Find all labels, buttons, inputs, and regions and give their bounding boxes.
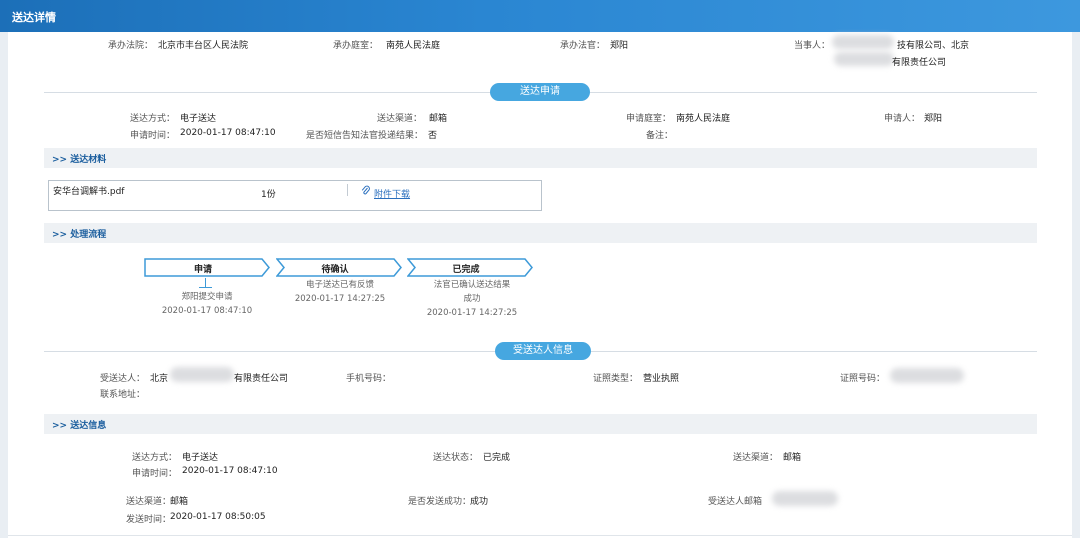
delivery-channel-label: 送达渠道：	[733, 453, 779, 463]
cell-divider	[347, 184, 348, 196]
apply-method-value: 电子送达	[180, 114, 217, 124]
apply-room-label: 申请庭室：	[626, 114, 672, 124]
step-caption-done: 法官已确认送达结果 成功 2020-01-17 14:27:25	[412, 278, 532, 320]
tribunal-label: 承办庭室：	[333, 41, 379, 51]
flow-step-done: 已完成	[407, 258, 533, 277]
materials-section-bar: >> 送达材料	[44, 148, 1037, 168]
apply-time-label: 申请时间：	[130, 131, 176, 141]
step-caption-pending: 电子送达已有反馈 2020-01-17 14:27:25	[280, 278, 400, 306]
materials-section-title: >> 送达材料	[52, 155, 107, 165]
judge-value: 郑阳	[610, 41, 629, 51]
recipient-email-label: 受送达人邮箱	[708, 497, 763, 507]
apply-method-label: 送达方式：	[130, 114, 176, 124]
step-connector	[205, 278, 206, 287]
phone-label: 手机号码：	[346, 374, 392, 384]
recipient-name-b: 有限责任公司	[234, 374, 289, 384]
apply-room-value: 南苑人民法庭	[676, 114, 731, 124]
detail-panel: 承办法院： 北京市丰台区人民法院 承办庭室： 南苑人民法庭 承办法官： 郑阳 当…	[8, 32, 1072, 538]
id-type-value: 营业执照	[643, 374, 680, 384]
party-label: 当事人：	[794, 41, 831, 51]
panel-bottom-border	[8, 535, 1072, 536]
delivery-status-label: 送达状态：	[433, 453, 479, 463]
step-label: 申请	[193, 265, 212, 275]
step-label: 已完成	[452, 265, 480, 275]
redacted-id-number	[890, 368, 964, 383]
step-connector-foot	[199, 287, 212, 288]
flow-step-apply: 申请	[144, 258, 270, 277]
apply-channel-value: 邮箱	[429, 114, 448, 124]
recipient-name-a: 北京	[150, 374, 169, 384]
remark-label: 备注：	[646, 131, 674, 141]
redacted-party	[832, 35, 894, 49]
id-no-label: 证照号码：	[840, 374, 886, 384]
flow-section-title: >> 处理流程	[52, 230, 107, 240]
tribunal-value: 南苑人民法庭	[386, 41, 441, 51]
paperclip-icon	[361, 185, 370, 199]
recipient-section-pill: 受送达人信息	[495, 342, 591, 360]
sms-label: 是否短信告知法官投递结果：	[306, 131, 424, 141]
step-caption-apply: 郑阳提交申请 2020-01-17 08:47:10	[148, 290, 266, 318]
apply-section-pill: 送达申请	[490, 83, 590, 101]
applicant-label: 申请人：	[884, 114, 921, 124]
flow-section-bar: >> 处理流程	[44, 223, 1037, 243]
delivery-apply-time-value: 2020-01-17 08:47:10	[182, 466, 278, 476]
delivery-method-value: 电子送达	[182, 453, 219, 463]
party-line2: 有限责任公司	[892, 58, 947, 68]
step-desc: 法官已确认送达结果	[433, 280, 511, 290]
page-title: 送达详情	[12, 11, 56, 24]
apply-channel-label: 送达渠道：	[377, 114, 423, 124]
download-link[interactable]: 附件下载	[374, 187, 410, 200]
court-label: 承办法院：	[108, 41, 154, 51]
send-time-value: 2020-01-17 08:50:05	[170, 512, 266, 522]
court-value: 北京市丰台区人民法院	[158, 41, 249, 51]
delivery-method-label: 送达方式：	[132, 453, 178, 463]
delivery-section-title: >> 送达信息	[52, 421, 107, 431]
delivery-status-value: 已完成	[483, 453, 511, 463]
applicant-value: 郑阳	[924, 114, 943, 124]
delivery-channel2-value: 邮箱	[170, 497, 189, 507]
send-success-label: 是否发送成功：	[408, 497, 472, 507]
step-desc: 电子送达已有反馈	[305, 280, 374, 290]
delivery-channel-value: 邮箱	[783, 453, 802, 463]
sms-value: 否	[428, 131, 438, 141]
id-type-label: 证照类型：	[593, 374, 639, 384]
delivery-section-bar: >> 送达信息	[44, 414, 1037, 434]
flow-step-pending: 待确认	[276, 258, 402, 277]
step-time: 2020-01-17 14:27:25	[426, 308, 518, 318]
file-count: 1份	[261, 190, 276, 200]
page-header: 送达详情	[0, 0, 1080, 32]
material-file-row: 安华台调解书.pdf 1份 附件下载	[48, 180, 542, 211]
step-desc-2: 成功	[463, 294, 481, 304]
party-line1: 技有限公司、北京	[897, 41, 970, 51]
recipient-name-label: 受送达人：	[100, 374, 146, 384]
delivery-apply-time-label: 申请时间：	[132, 469, 178, 479]
step-time: 2020-01-17 08:47:10	[161, 306, 253, 316]
step-label: 待确认	[321, 265, 349, 275]
redacted-email	[772, 491, 838, 506]
address-label: 联系地址：	[100, 390, 146, 400]
file-name: 安华台调解书.pdf	[53, 187, 125, 197]
redacted-recipient	[170, 367, 234, 382]
apply-time-value: 2020-01-17 08:47:10	[180, 128, 276, 138]
step-time: 2020-01-17 14:27:25	[294, 294, 386, 304]
judge-label: 承办法官：	[560, 41, 606, 51]
send-success-value: 成功	[470, 497, 489, 507]
redacted-party-2	[834, 52, 894, 66]
send-time-label: 发送时间：	[126, 515, 172, 525]
delivery-channel2-label: 送达渠道：	[126, 497, 172, 507]
step-desc: 郑阳提交申请	[181, 292, 233, 302]
